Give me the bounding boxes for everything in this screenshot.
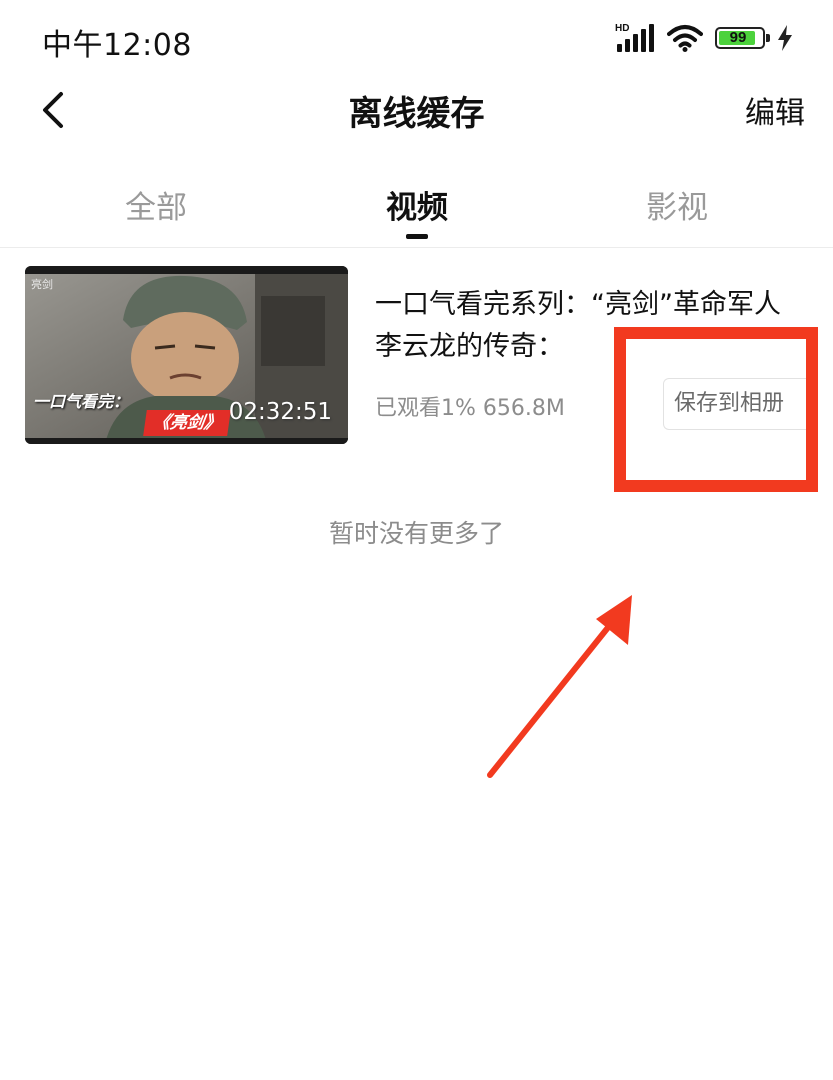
video-meta: 已观看1% 656.8M	[375, 396, 565, 421]
no-more-note: 暂时没有更多了	[328, 519, 504, 548]
divider	[0, 247, 833, 248]
battery-icon: 99	[715, 27, 770, 49]
thumbnail-corner-text: 亮剑	[31, 278, 53, 291]
tab-all[interactable]: 全部	[86, 182, 226, 227]
wifi-icon	[667, 25, 703, 52]
page-title: 离线缓存	[348, 94, 485, 134]
signal-icon: HD	[615, 24, 655, 52]
thumbnail-overlay-text: 一口气看完：	[33, 392, 130, 411]
active-tab-indicator	[406, 234, 428, 239]
status-bar: 中午12:08 HD 99	[0, 0, 833, 78]
network-type-label: HD	[615, 23, 630, 34]
annotation-highlight-box	[614, 327, 818, 492]
battery-level: 99	[729, 29, 747, 46]
header: 离线缓存 编辑	[0, 78, 833, 148]
tab-bar: 全部 视频 影视	[0, 172, 833, 248]
status-icons: HD 99	[615, 22, 793, 54]
tab-films[interactable]: 影视	[607, 182, 747, 227]
thumbnail-title-badge: 《亮剑》	[143, 410, 231, 436]
status-time: 中午12:08	[42, 28, 192, 63]
tab-videos[interactable]: 视频	[347, 182, 487, 227]
edit-button[interactable]: 编辑	[745, 88, 805, 132]
video-duration: 02:32:51	[228, 399, 332, 425]
charging-bolt-icon	[778, 25, 792, 51]
video-thumbnail[interactable]: 亮剑 一口气看完： 《亮剑》 02:32:51	[25, 266, 348, 444]
annotation-arrow-icon	[487, 595, 632, 778]
